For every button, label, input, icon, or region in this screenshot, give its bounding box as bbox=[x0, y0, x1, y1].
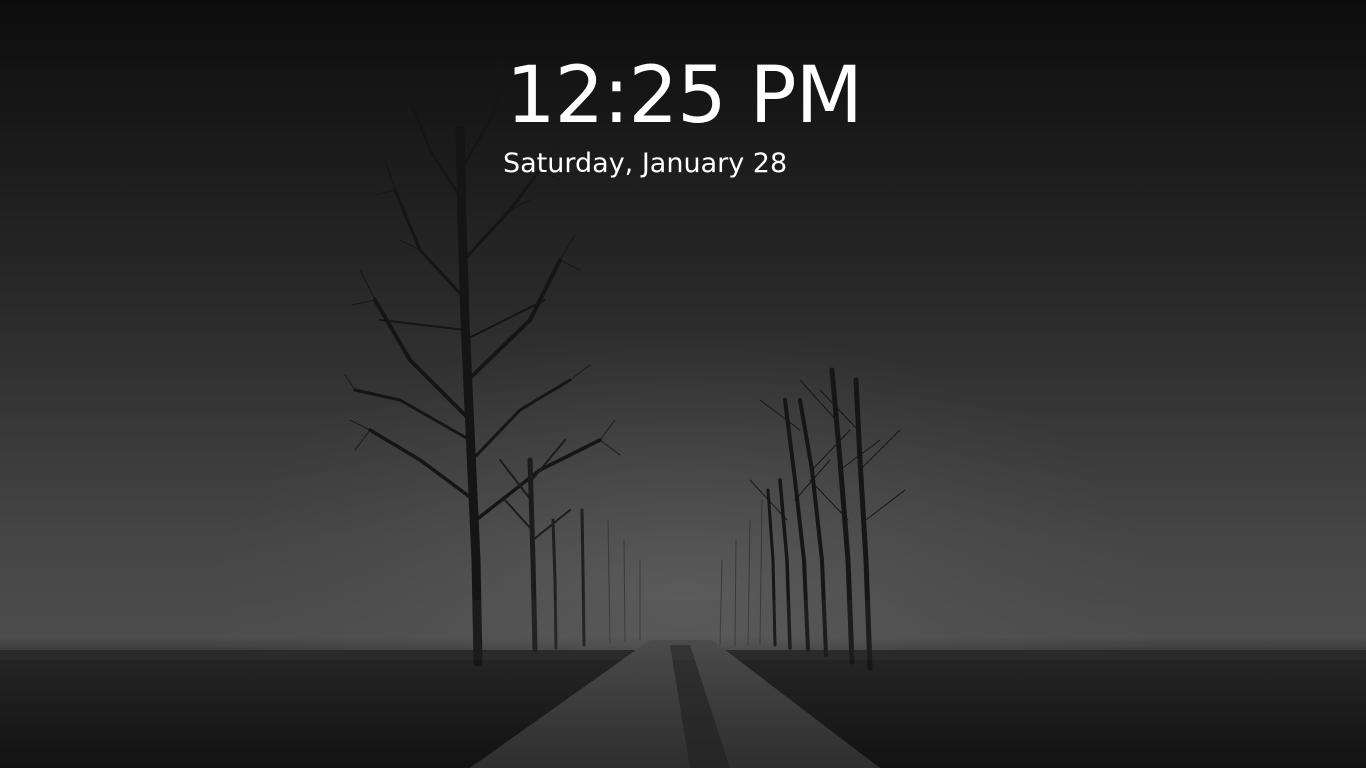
clock-widget: 12:25 PM Saturday, January 28 bbox=[503, 50, 863, 182]
lock-screen[interactable]: 12:25 PM Saturday, January 28 bbox=[0, 0, 1366, 768]
clock-time: 12:25 PM bbox=[506, 51, 863, 141]
clock-date: Saturday, January 28 bbox=[503, 148, 788, 179]
